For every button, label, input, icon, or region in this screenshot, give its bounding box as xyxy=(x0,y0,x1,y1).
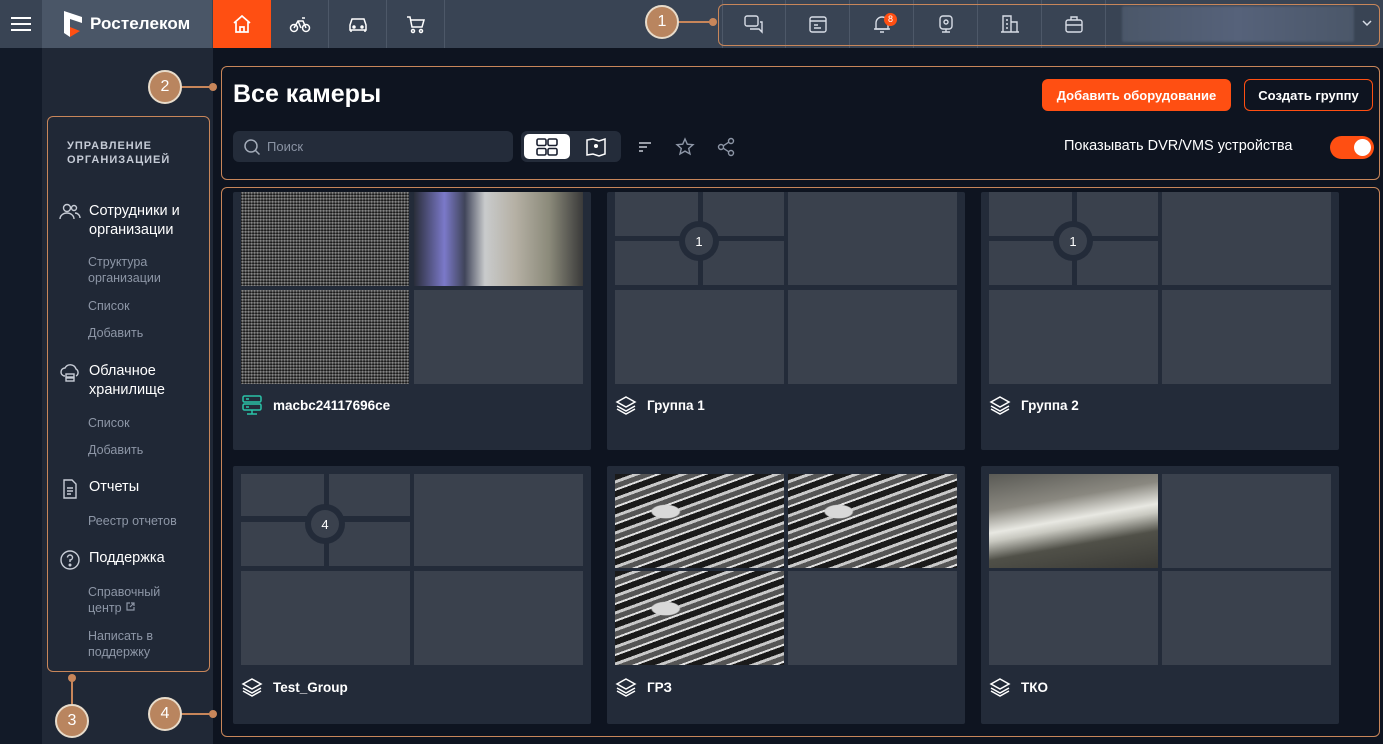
left-rail xyxy=(0,48,42,744)
cart-icon xyxy=(406,16,425,34)
annotation-dot-2 xyxy=(209,83,217,91)
annotation-number-4: 4 xyxy=(148,697,182,731)
annotation-box-3 xyxy=(47,116,210,672)
logo[interactable]: Ростелеком xyxy=(42,0,212,48)
logo-text: Ростелеком xyxy=(90,14,191,33)
rostelecom-logo-icon xyxy=(64,11,82,37)
annotation-dot-1 xyxy=(709,18,717,26)
annotation-box-2 xyxy=(221,66,1380,180)
annotation-dot-3 xyxy=(68,674,76,682)
home-icon xyxy=(233,14,251,33)
annotation-number-2: 2 xyxy=(148,70,182,104)
annotation-box-4 xyxy=(221,187,1380,737)
annotation-number-3: 3 xyxy=(55,704,89,738)
cart-nav-button[interactable] xyxy=(387,0,445,48)
app-root: Ростелеком 8 УПРАВЛЕНИЕ ОРГАНИЗАЦИЕЙ Сот… xyxy=(0,0,1383,744)
car-icon xyxy=(348,18,367,32)
annotation-number-1: 1 xyxy=(645,5,679,39)
annotation-dot-4 xyxy=(209,710,217,718)
car-nav-button[interactable] xyxy=(329,0,387,48)
menu-icon[interactable] xyxy=(0,0,42,48)
bike-icon xyxy=(289,17,310,33)
annotation-box-1 xyxy=(718,4,1380,46)
bike-nav-button[interactable] xyxy=(271,0,329,48)
home-nav-button[interactable] xyxy=(213,0,271,48)
